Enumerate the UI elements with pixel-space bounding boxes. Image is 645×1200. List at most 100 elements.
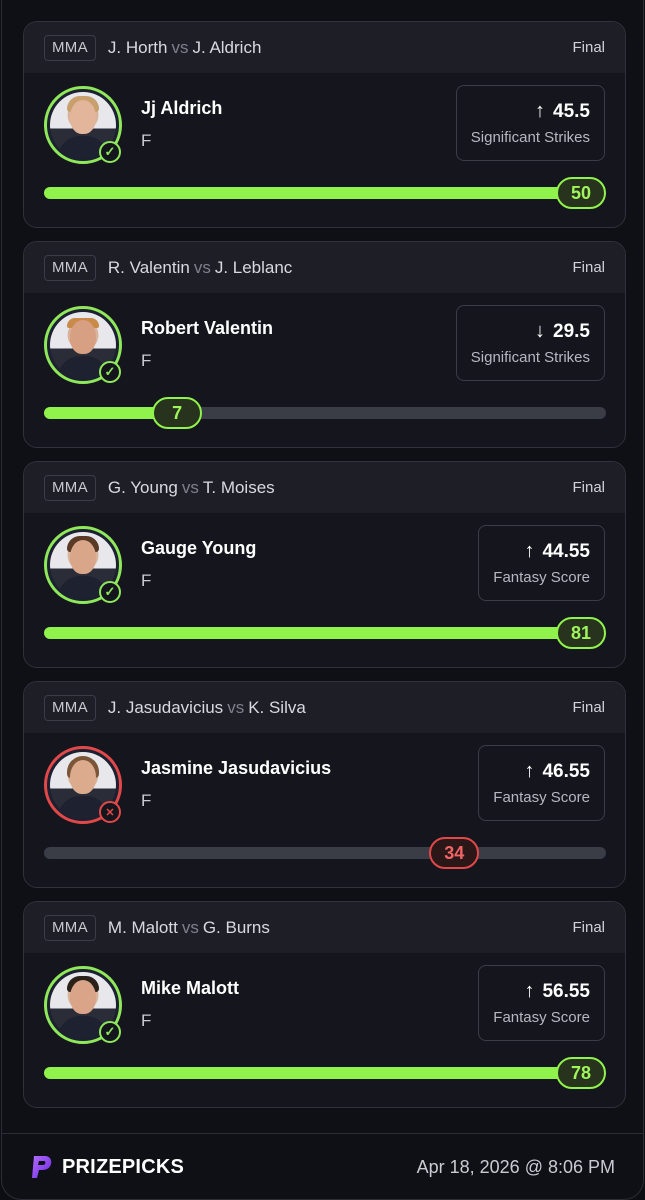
- card-header: MMA G. Young vs T. Moises Final: [24, 462, 625, 513]
- stat-type: Fantasy Score: [493, 569, 590, 586]
- game-status: Final: [572, 479, 605, 496]
- progress-fill: [44, 627, 581, 639]
- player-position: F: [141, 351, 152, 370]
- league-badge: MMA: [44, 254, 96, 281]
- fighter-b: J. Leblanc: [214, 257, 293, 277]
- vs-label: vs: [227, 697, 245, 717]
- stat-type: Fantasy Score: [493, 1009, 590, 1026]
- pick-card[interactable]: MMA G. Young vs T. Moises Final ✓ Gauge …: [23, 461, 626, 668]
- timestamp: Apr 18, 2026 @ 8:06 PM: [416, 1156, 615, 1177]
- fighter-a: R. Valentin: [107, 257, 190, 277]
- result-progress-bar: 81: [44, 617, 606, 649]
- card-header: MMA R. Valentin vs J. Leblanc Final: [24, 242, 625, 293]
- projection-line: 44.55: [542, 540, 590, 562]
- fighter-b: J. Aldrich: [192, 37, 262, 57]
- check-icon: ✓: [99, 581, 121, 603]
- stat-type: Fantasy Score: [493, 789, 590, 806]
- player-position: F: [141, 131, 152, 150]
- player-name: Jasmine Jasudavicius: [141, 758, 332, 778]
- check-icon: ✓: [99, 141, 121, 163]
- result-progress-bar: 50: [44, 177, 606, 209]
- prizepicks-logo[interactable]: PRIZEPICKS: [30, 1154, 184, 1180]
- vs-label: vs: [171, 37, 189, 57]
- vs-label: vs: [181, 477, 199, 497]
- prizepicks-logo-icon: [32, 1156, 52, 1178]
- game-status: Final: [572, 919, 605, 936]
- player-name: Gauge Young: [141, 538, 257, 558]
- result-progress-bar: 7: [44, 397, 606, 429]
- player-name: Jj Aldrich: [141, 98, 223, 118]
- projection-line: 29.5: [553, 320, 590, 342]
- game-status: Final: [572, 699, 605, 716]
- projection-box: ↑ 45.5 Significant Strikes: [455, 85, 605, 161]
- projection-line: 45.5: [553, 100, 590, 122]
- pick-card[interactable]: MMA J. Horth vs J. Aldrich Final ✓ Jj Al…: [23, 21, 626, 228]
- result-value: 50: [556, 177, 606, 209]
- arrow-up-icon: ↑: [524, 980, 535, 1002]
- pick-card[interactable]: MMA J. Jasudavicius vs K. Silva Final ✕ …: [23, 681, 626, 888]
- vs-label: vs: [193, 257, 211, 277]
- arrow-up-icon: ↑: [524, 760, 535, 782]
- brand-name: PRIZEPICKS: [62, 1155, 185, 1178]
- result-value: 78: [556, 1057, 606, 1089]
- league-badge: MMA: [44, 34, 96, 61]
- result-progress-bar: 78: [44, 1057, 606, 1089]
- stat-type: Significant Strikes: [470, 129, 590, 146]
- player-name: Mike Malott: [141, 978, 240, 998]
- matchup: M. Malott vs G. Burns: [108, 918, 270, 938]
- prizepicks-lineup-panel: MMA J. Horth vs J. Aldrich Final ✓ Jj Al…: [1, 0, 644, 1200]
- pick-card[interactable]: MMA R. Valentin vs J. Leblanc Final ✓ Ro…: [23, 241, 626, 448]
- fighter-b: G. Burns: [202, 917, 270, 937]
- pick-list: MMA J. Horth vs J. Aldrich Final ✓ Jj Al…: [23, 21, 626, 1121]
- card-header: MMA J. Jasudavicius vs K. Silva Final: [24, 682, 625, 733]
- player-avatar: ✓: [44, 86, 122, 164]
- check-icon: ✓: [99, 1021, 121, 1043]
- projection-line: 56.55: [542, 980, 590, 1002]
- league-badge: MMA: [44, 474, 96, 501]
- fighter-a: M. Malott: [107, 917, 178, 937]
- game-status: Final: [572, 259, 605, 276]
- arrow-down-icon: ↓: [535, 320, 546, 342]
- projection-box: ↑ 46.55 Fantasy Score: [478, 745, 605, 821]
- fighter-a: J. Horth: [107, 37, 168, 57]
- league-badge: MMA: [44, 694, 96, 721]
- league-badge: MMA: [44, 914, 96, 941]
- card-header: MMA J. Horth vs J. Aldrich Final: [24, 22, 625, 73]
- player-position: F: [141, 791, 152, 810]
- player-position: F: [141, 1011, 152, 1030]
- player-avatar: ✓: [44, 966, 122, 1044]
- check-icon: ✓: [99, 361, 121, 383]
- player-avatar: ✓: [44, 526, 122, 604]
- arrow-up-icon: ↑: [524, 540, 535, 562]
- player-position: F: [141, 571, 152, 590]
- fighter-b: T. Moises: [202, 477, 275, 497]
- matchup: J. Horth vs J. Aldrich: [108, 38, 262, 58]
- projection-box: ↑ 56.55 Fantasy Score: [478, 965, 605, 1041]
- stat-type: Significant Strikes: [470, 349, 590, 366]
- player-avatar: ✕: [44, 746, 122, 824]
- result-value: 34: [429, 837, 480, 869]
- game-status: Final: [572, 39, 605, 56]
- projection-box: ↑ 44.55 Fantasy Score: [478, 525, 605, 601]
- progress-fill: [44, 187, 581, 199]
- result-value: 81: [556, 617, 606, 649]
- result-progress-bar: 34: [44, 837, 606, 869]
- pick-card[interactable]: MMA M. Malott vs G. Burns Final ✓ Mike M…: [23, 901, 626, 1108]
- footer: PRIZEPICKS Apr 18, 2026 @ 8:06 PM: [2, 1133, 643, 1199]
- card-header: MMA M. Malott vs G. Burns Final: [24, 902, 625, 953]
- player-avatar: ✓: [44, 306, 122, 384]
- x-icon: ✕: [99, 801, 121, 823]
- player-name: Robert Valentin: [141, 318, 274, 338]
- fighter-b: K. Silva: [248, 697, 306, 717]
- vs-label: vs: [181, 917, 199, 937]
- progress-fill: [44, 1067, 581, 1079]
- arrow-up-icon: ↑: [535, 100, 546, 122]
- matchup: R. Valentin vs J. Leblanc: [108, 258, 292, 278]
- projection-line: 46.55: [542, 760, 590, 782]
- fighter-a: G. Young: [107, 477, 178, 497]
- matchup: J. Jasudavicius vs K. Silva: [108, 698, 306, 718]
- matchup: G. Young vs T. Moises: [108, 478, 275, 498]
- fighter-a: J. Jasudavicius: [107, 697, 224, 717]
- projection-box: ↓ 29.5 Significant Strikes: [455, 305, 605, 381]
- result-value: 7: [152, 397, 203, 429]
